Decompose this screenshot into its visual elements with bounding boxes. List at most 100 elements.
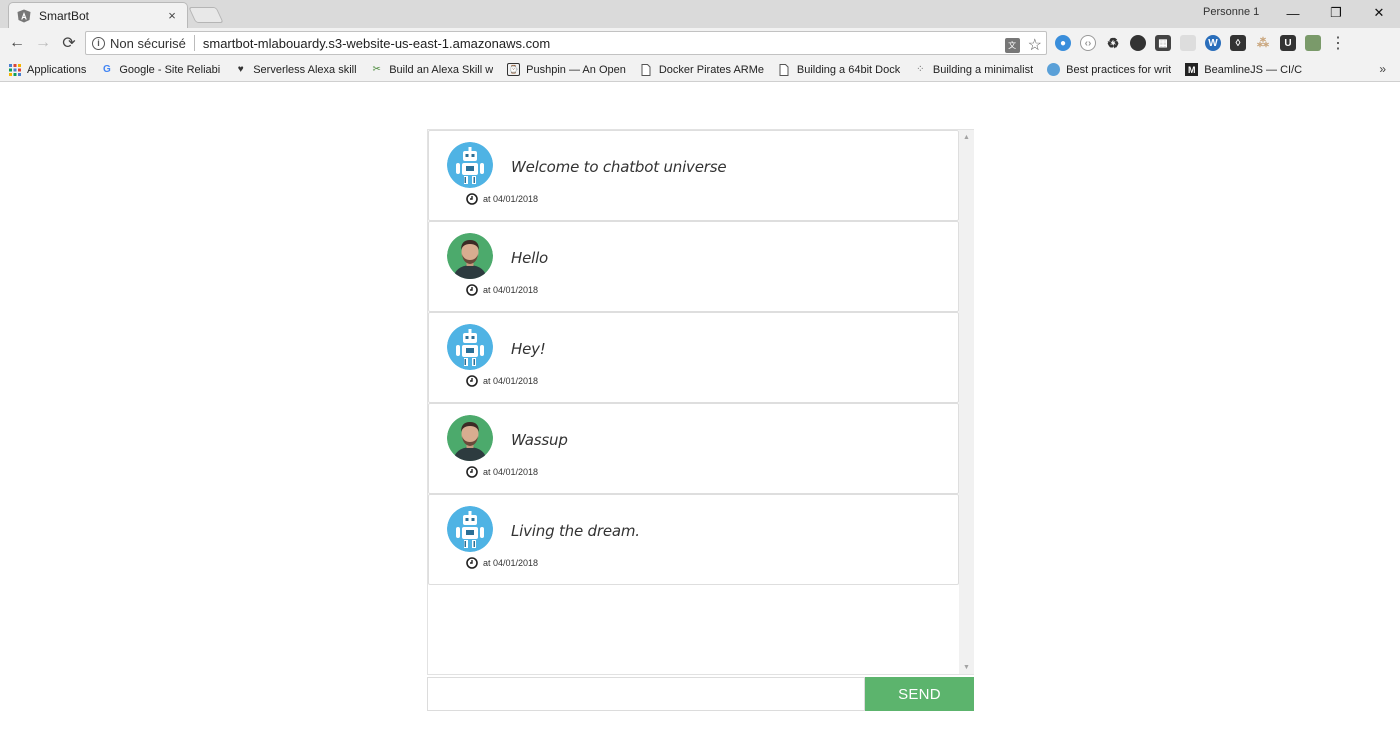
security-label[interactable]: Non sécurisé bbox=[110, 36, 186, 51]
info-icon[interactable]: i bbox=[92, 36, 105, 50]
chat-message: Living the dream. at 04/01/2018 bbox=[428, 494, 959, 585]
dark-extension-icon[interactable] bbox=[1130, 35, 1146, 51]
pushpin-icon: ⌚ bbox=[507, 63, 521, 76]
timestamp-text: at 04/01/2018 bbox=[483, 467, 539, 477]
close-window-icon[interactable]: ✕ bbox=[1356, 0, 1400, 26]
bot-avatar bbox=[447, 506, 493, 552]
page-icon bbox=[778, 63, 791, 76]
bookmark-label: Building a minimalist bbox=[932, 63, 1034, 76]
bookmark-star-icon[interactable]: ☆ bbox=[1028, 35, 1042, 55]
grey-extension-icon[interactable] bbox=[1180, 35, 1196, 51]
bookmark-item[interactable]: M BeamlineJS — CI/CD bbox=[1185, 63, 1303, 76]
bookmark-item[interactable]: Docker Pirates ARMe bbox=[640, 63, 764, 76]
minimize-icon[interactable]: — bbox=[1270, 0, 1316, 26]
message-timestamp: at 04/01/2018 bbox=[466, 284, 538, 296]
clock-icon bbox=[466, 466, 478, 478]
bookmark-item[interactable]: ⌚ Pushpin — An Open bbox=[507, 63, 626, 76]
composer: SEND bbox=[427, 677, 974, 711]
forward-icon[interactable]: → bbox=[30, 30, 56, 56]
url-text[interactable]: smartbot-mlabouardy.s3-website-us-east-1… bbox=[203, 36, 550, 51]
medium-icon: M bbox=[1185, 63, 1199, 76]
back-icon[interactable]: ← bbox=[4, 30, 30, 56]
tab-strip: SmartBot × Personne 1 — ❐ ✕ bbox=[0, 0, 1400, 28]
scroll-up-icon[interactable]: ▲ bbox=[959, 130, 974, 144]
omnibox-divider bbox=[193, 35, 195, 51]
timestamp-text: at 04/01/2018 bbox=[483, 194, 539, 204]
clock-icon bbox=[466, 193, 478, 205]
bookmark-item[interactable]: Applications bbox=[8, 63, 86, 76]
bulb-extension-icon[interactable]: ◊ bbox=[1230, 35, 1246, 51]
bookmark-label: Best practices for writ bbox=[1066, 63, 1172, 76]
angular-favicon-icon bbox=[17, 9, 31, 23]
bookmark-label: Applications bbox=[27, 63, 87, 76]
globe-extension-icon[interactable]: ● bbox=[1055, 35, 1071, 51]
bot-avatar bbox=[447, 142, 493, 188]
green-extension-icon[interactable] bbox=[1305, 35, 1321, 51]
bookmark-label: Docker Pirates ARMe bbox=[658, 63, 764, 76]
chrome-menu-icon[interactable]: ⋮ bbox=[1330, 33, 1346, 53]
translate-icon[interactable]: 文 bbox=[1004, 37, 1020, 53]
extensions-bar: ● ‹› ♻ ▦ W ◊ ⁂ U ⋮ bbox=[1055, 33, 1346, 53]
bookmark-item[interactable]: ⁘ Building a minimalist bbox=[914, 63, 1033, 76]
scroll-down-icon[interactable]: ▼ bbox=[959, 660, 974, 674]
address-bar[interactable]: i Non sécurisé smartbot-mlabouardy.s3-we… bbox=[85, 31, 1047, 55]
page-icon bbox=[640, 63, 653, 76]
globe-icon bbox=[1047, 63, 1061, 76]
code-extension-icon[interactable]: ‹› bbox=[1080, 35, 1096, 51]
chat-message: Wassup at 04/01/2018 bbox=[428, 403, 959, 494]
dots-extension-icon[interactable]: ⁂ bbox=[1255, 35, 1271, 51]
message-input[interactable] bbox=[427, 677, 865, 711]
reload-icon[interactable]: ⟳ bbox=[56, 30, 82, 56]
heart-icon: ♥ bbox=[237, 64, 244, 75]
send-button[interactable]: SEND bbox=[865, 677, 974, 711]
tab-smartbot[interactable]: SmartBot × bbox=[8, 2, 188, 28]
chat-window[interactable]: Welcome to chatbot universe at 04/01/201… bbox=[427, 129, 974, 675]
tab-close-icon[interactable]: × bbox=[165, 8, 179, 23]
message-text: Hello bbox=[511, 249, 549, 267]
bookmark-item[interactable]: Best practices for writ bbox=[1047, 63, 1171, 76]
bookmark-label: Pushpin — An Open bbox=[526, 63, 626, 76]
message-timestamp: at 04/01/2018 bbox=[466, 375, 538, 387]
dotted-icon: ⁘ bbox=[916, 64, 925, 75]
chat-message: Hey! at 04/01/2018 bbox=[428, 312, 959, 403]
bookmark-label: Building a 64bit Dock bbox=[796, 63, 900, 76]
recycle-extension-icon[interactable]: ♻ bbox=[1105, 35, 1121, 51]
bookmarks-overflow-icon[interactable]: » bbox=[1379, 62, 1386, 76]
ublock-extension-icon[interactable]: U bbox=[1280, 35, 1296, 51]
bookmark-label: Google - Site Reliabi bbox=[119, 63, 221, 76]
restore-icon[interactable]: ❐ bbox=[1313, 0, 1359, 26]
tool-icon: ✂ bbox=[372, 64, 381, 75]
user-avatar bbox=[447, 233, 493, 279]
film-extension-icon[interactable]: ▦ bbox=[1155, 35, 1171, 51]
bookmark-item[interactable]: Building a 64bit Dock bbox=[778, 63, 900, 76]
message-timestamp: at 04/01/2018 bbox=[466, 193, 538, 205]
timestamp-text: at 04/01/2018 bbox=[483, 558, 539, 568]
wordpress-extension-icon[interactable]: W bbox=[1205, 35, 1221, 51]
bookmark-label: BeamlineJS — CI/CD bbox=[1204, 63, 1304, 76]
user-avatar bbox=[447, 415, 493, 461]
profile-name[interactable]: Personne 1 bbox=[1203, 6, 1259, 18]
apps-grid-icon bbox=[8, 63, 21, 76]
scrollbar[interactable]: ▲ ▼ bbox=[959, 130, 974, 674]
google-icon: G bbox=[102, 64, 111, 75]
message-timestamp: at 04/01/2018 bbox=[466, 466, 538, 478]
bookmark-label: Serverless Alexa skill bbox=[253, 63, 357, 76]
bookmark-item[interactable]: G Google - Site Reliabi bbox=[100, 63, 220, 76]
message-text: Living the dream. bbox=[511, 522, 640, 540]
bookmark-item[interactable]: ✂ Build an Alexa Skill w bbox=[370, 63, 494, 76]
message-list: Welcome to chatbot universe at 04/01/201… bbox=[428, 130, 959, 585]
bot-avatar bbox=[447, 324, 493, 370]
timestamp-text: at 04/01/2018 bbox=[483, 285, 539, 295]
bookmark-label: Build an Alexa Skill w bbox=[389, 63, 494, 76]
bookmarks-bar: Applications G Google - Site Reliabi ♥ S… bbox=[0, 58, 1400, 82]
tab-title: SmartBot bbox=[39, 8, 90, 23]
bookmark-item[interactable]: ♥ Serverless Alexa skill bbox=[234, 63, 356, 76]
new-tab-button[interactable] bbox=[188, 7, 224, 23]
clock-icon bbox=[466, 375, 478, 387]
message-text: Welcome to chatbot universe bbox=[511, 158, 727, 176]
message-timestamp: at 04/01/2018 bbox=[466, 557, 538, 569]
message-text: Hey! bbox=[511, 340, 546, 358]
message-text: Wassup bbox=[511, 431, 568, 449]
clock-icon bbox=[466, 284, 478, 296]
omnibox-actions: 文 ☆ bbox=[1004, 35, 1042, 55]
